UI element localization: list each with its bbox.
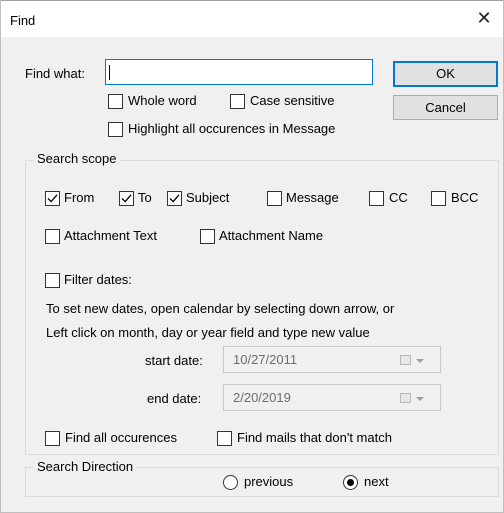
message-checkbox[interactable] <box>267 191 282 206</box>
chevron-down-icon[interactable] <box>416 359 424 363</box>
subject-label: Subject <box>186 190 230 205</box>
from-checkbox[interactable] <box>45 191 60 206</box>
no-match-checkbox[interactable] <box>217 431 232 446</box>
highlight-all-label: Highlight all occurences in Message <box>128 121 336 136</box>
previous-radio[interactable] <box>223 475 238 490</box>
date-hint-line1: To set new dates, open calendar by selec… <box>46 301 395 316</box>
attachment-text-checkbox[interactable] <box>45 229 60 244</box>
filter-dates-checkbox[interactable] <box>45 273 60 288</box>
next-label: next <box>364 474 389 489</box>
message-label: Message <box>286 190 339 205</box>
cc-label: CC <box>389 190 408 205</box>
bcc-label: BCC <box>451 190 479 205</box>
find-all-checkbox[interactable] <box>45 431 60 446</box>
cancel-button[interactable]: Cancel <box>393 95 498 120</box>
calendar-icon <box>400 393 411 403</box>
start-date-value: 10/27/2011 <box>233 352 298 367</box>
filter-dates-label: Filter dates: <box>64 272 132 287</box>
next-radio[interactable] <box>343 475 358 490</box>
cc-checkbox[interactable] <box>369 191 384 206</box>
previous-label: previous <box>244 474 294 489</box>
to-label: To <box>138 190 152 205</box>
subject-checkbox[interactable] <box>167 191 182 206</box>
end-date-value: 2/20/2019 <box>233 390 291 405</box>
end-date-picker[interactable]: 2/20/2019 <box>223 384 441 411</box>
find-dialog: Find ✕ Find what: OK Cancel Whole word C… <box>0 0 504 513</box>
attachment-name-checkbox[interactable] <box>200 229 215 244</box>
date-hint-line2: Left click on month, day or year field a… <box>46 325 370 340</box>
bcc-checkbox[interactable] <box>431 191 446 206</box>
chevron-down-icon[interactable] <box>416 397 424 401</box>
calendar-icon <box>400 355 411 365</box>
search-scope-title: Search scope <box>34 151 120 166</box>
attachment-text-label: Attachment Text <box>64 228 157 243</box>
ok-button[interactable]: OK <box>393 61 498 87</box>
from-label: From <box>64 190 95 205</box>
whole-word-label: Whole word <box>128 93 197 108</box>
whole-word-checkbox[interactable] <box>108 94 123 109</box>
start-date-picker[interactable]: 10/27/2011 <box>223 346 441 373</box>
case-sensitive-label: Case sensitive <box>250 93 335 108</box>
dialog-title: Find <box>10 13 36 28</box>
to-checkbox[interactable] <box>119 191 134 206</box>
text-caret <box>109 65 110 80</box>
end-date-label: end date: <box>147 391 202 406</box>
start-date-label: start date: <box>145 353 203 368</box>
find-all-label: Find all occurences <box>65 430 177 445</box>
highlight-all-checkbox[interactable] <box>108 122 123 137</box>
find-what-label: Find what: <box>25 66 85 81</box>
no-match-label: Find mails that don't match <box>237 430 392 445</box>
search-direction-title: Search Direction <box>34 459 137 474</box>
case-sensitive-checkbox[interactable] <box>230 94 245 109</box>
title-bar: Find ✕ <box>1 0 503 37</box>
attachment-name-label: Attachment Name <box>219 228 324 243</box>
find-what-input[interactable] <box>105 59 373 85</box>
close-icon[interactable]: ✕ <box>465 2 503 34</box>
